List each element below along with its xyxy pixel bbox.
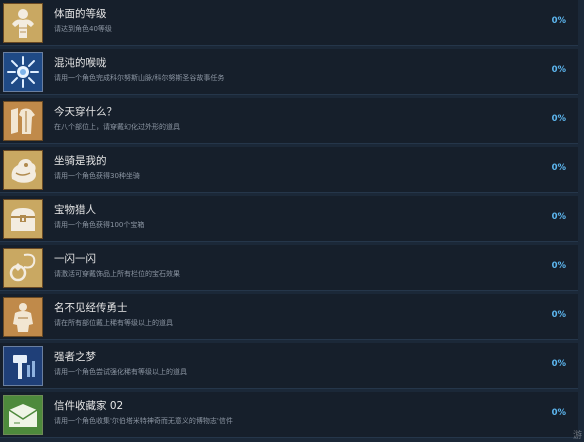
- wardrobe-icon: [3, 101, 43, 141]
- achievement-percent: 0%: [551, 65, 566, 75]
- achievement-row[interactable]: 信件收藏家 02 请用一个角色收集'尔伯塔米特神奇而无意义的博物志'信件 0%: [0, 392, 578, 438]
- achievement-description: 请用一个角色收集'尔伯塔米特神奇而无意义的博物志'信件: [54, 417, 233, 425]
- letter-icon: [3, 395, 43, 435]
- achievement-row[interactable]: 体面的等级 请达到角色40等级 0%: [0, 0, 578, 46]
- achievement-percent: 0%: [551, 16, 566, 26]
- achievement-title: 信件收藏家 02: [54, 400, 124, 412]
- achievement-title: 宝物猎人: [54, 204, 96, 216]
- achievement-description: 请激活可穿戴饰品上所有栏位的宝石效果: [54, 270, 180, 278]
- achievement-description: 请用一个角色尝试强化稀有等级以上的道具: [54, 368, 187, 376]
- achievement-description: 在八个部位上，请穿戴幻化过外形的道具: [54, 123, 180, 131]
- treasure-chest-icon: [3, 199, 43, 239]
- achievement-description: 请达到角色40等级: [54, 25, 112, 33]
- achievement-title: 名不见经传勇士: [54, 302, 128, 314]
- achievement-percent: 0%: [551, 359, 566, 369]
- achievement-title: 坐骑是我的: [54, 155, 107, 167]
- achievement-title: 今天穿什么？: [54, 106, 117, 118]
- achievement-row[interactable]: 今天穿什么？ 在八个部位上，请穿戴幻化过外形的道具 0%: [0, 98, 578, 144]
- watermark: 游: [572, 431, 582, 441]
- achievement-percent: 0%: [551, 261, 566, 271]
- hammer-icon: [3, 346, 43, 386]
- achievement-description: 请用一个角色完成科尔努斯山脉/科尔努斯圣谷故事任务: [54, 74, 225, 82]
- achievement-title: 体面的等级: [54, 8, 107, 20]
- achievement-percent: 0%: [551, 114, 566, 124]
- achievement-percent: 0%: [551, 310, 566, 320]
- scrollbar-track[interactable]: [578, 0, 584, 442]
- achievement-title: 混沌的喉咙: [54, 57, 107, 69]
- muscle-figure-icon: [3, 3, 43, 43]
- achievement-description: 请用一个角色获得30种坐骑: [54, 172, 140, 180]
- warrior-icon: [3, 297, 43, 337]
- achievement-title: 强者之梦: [54, 351, 96, 363]
- achievement-row[interactable]: 混沌的喉咙 请用一个角色完成科尔努斯山脉/科尔努斯圣谷故事任务 0%: [0, 49, 578, 95]
- achievement-row[interactable]: 名不见经传勇士 请在所有部位戴上稀有等级以上的道具 0%: [0, 294, 578, 340]
- achievement-percent: 0%: [551, 212, 566, 222]
- achievement-row[interactable]: 坐骑是我的 请用一个角色获得30种坐骑 0%: [0, 147, 578, 193]
- mount-icon: [3, 150, 43, 190]
- chaos-burst-icon: [3, 52, 43, 92]
- achievement-row[interactable]: 宝物猎人 请用一个角色获得100个宝箱 0%: [0, 196, 578, 242]
- achievement-description: 请用一个角色获得100个宝箱: [54, 221, 145, 229]
- achievement-percent: 0%: [551, 408, 566, 418]
- achievement-description: 请在所有部位戴上稀有等级以上的道具: [54, 319, 173, 327]
- achievement-list: 体面的等级 请达到角色40等级 0% 混沌的喉咙 请用一个角色完成科尔努斯山脉/…: [0, 0, 584, 442]
- achievement-row[interactable]: 一闪一闪 请激活可穿戴饰品上所有栏位的宝石效果 0%: [0, 245, 578, 291]
- gem-ring-icon: [3, 248, 43, 288]
- achievement-percent: 0%: [551, 163, 566, 173]
- achievement-title: 一闪一闪: [54, 253, 96, 265]
- achievement-row[interactable]: 强者之梦 请用一个角色尝试强化稀有等级以上的道具 0%: [0, 343, 578, 389]
